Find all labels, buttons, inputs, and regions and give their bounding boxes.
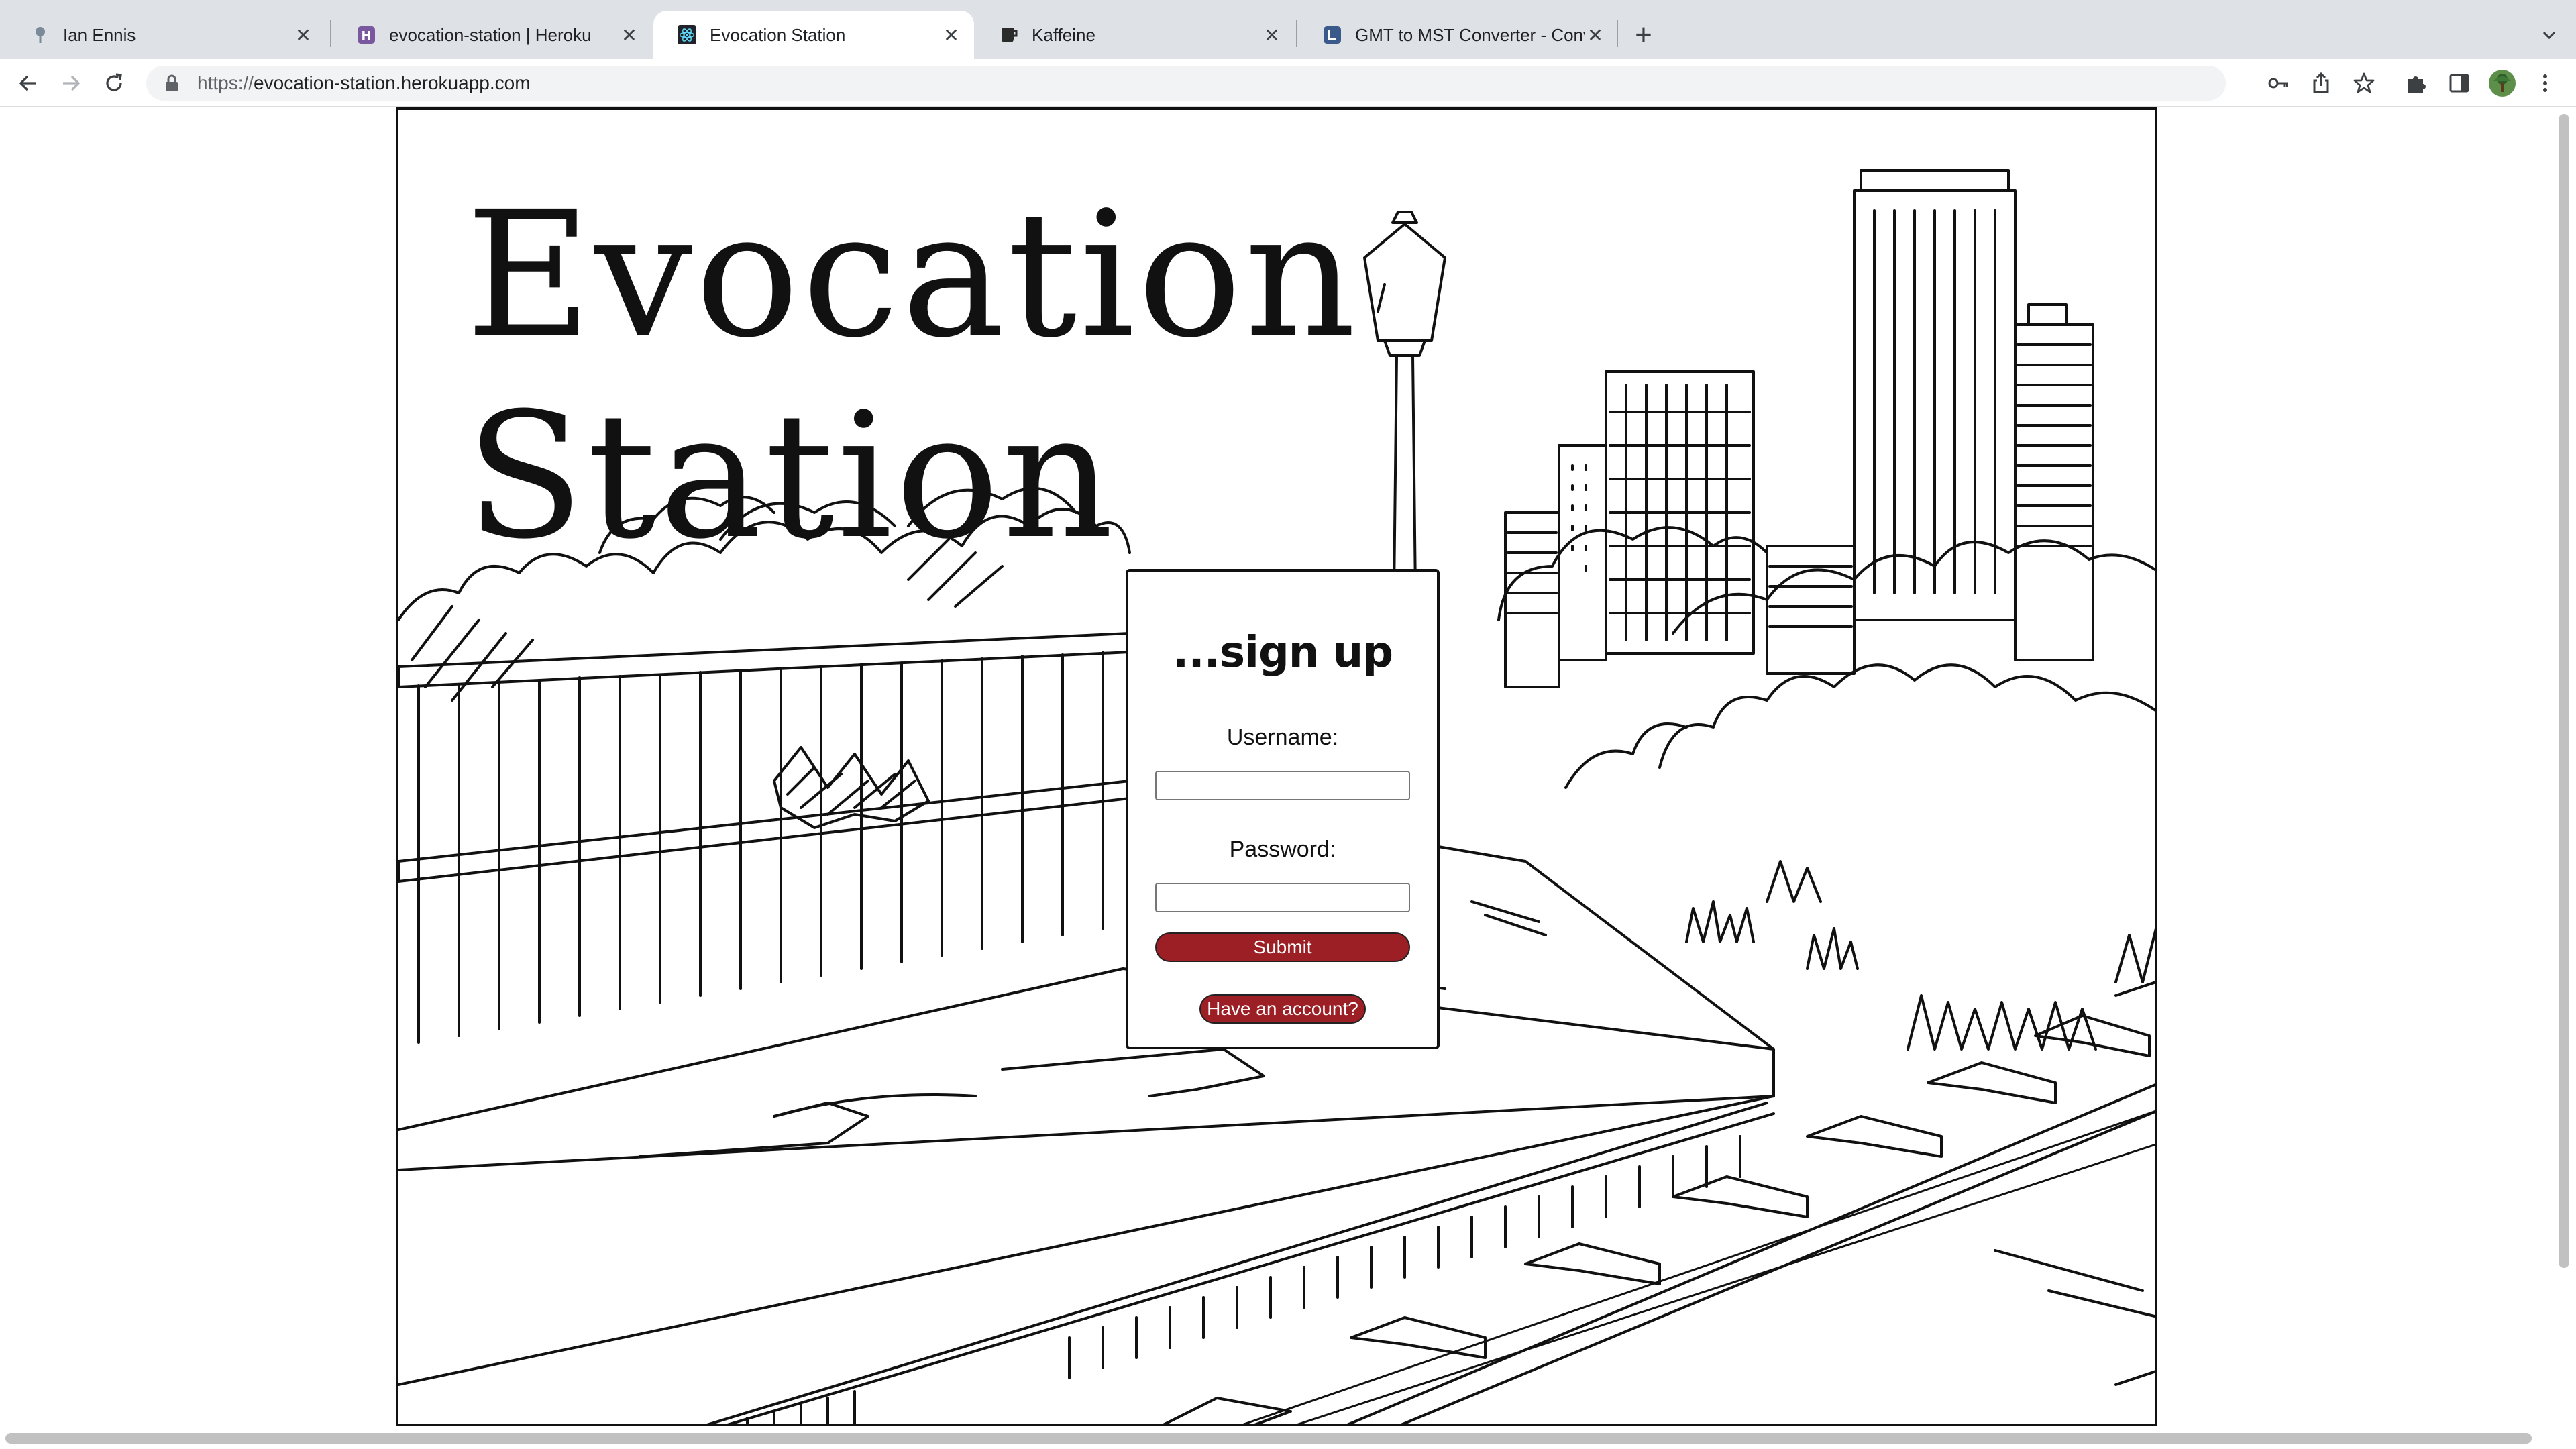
- close-icon[interactable]: ✕: [292, 24, 314, 46]
- url-text: https://evocation-station.herokuapp.com: [197, 72, 531, 94]
- horizontal-scrollbar[interactable]: [0, 1429, 2542, 1446]
- arrow-right-icon: [63, 75, 80, 91]
- tab-title: evocation-station | Heroku: [389, 24, 592, 45]
- url-host: evocation-station.herokuapp.com: [254, 72, 531, 93]
- lock-icon[interactable]: [160, 71, 184, 95]
- vertical-scrollbar[interactable]: [2556, 109, 2572, 1268]
- close-icon[interactable]: ✕: [1261, 24, 1283, 46]
- tab-separator: [1296, 20, 1297, 47]
- avatar: [2489, 70, 2516, 97]
- station-scene: Evocation Station ...sign up Username: Pa…: [396, 107, 2157, 1426]
- share-button[interactable]: [2305, 67, 2337, 99]
- site-title: Evocation Station: [466, 174, 1358, 577]
- forward-button[interactable]: [55, 67, 87, 99]
- password-key-button[interactable]: [2262, 67, 2294, 99]
- reload-button[interactable]: [98, 67, 130, 99]
- tab-search-button[interactable]: [2532, 17, 2567, 52]
- page-viewport: Evocation Station ...sign up Username: Pa…: [0, 107, 2576, 1449]
- lamp-post: [1363, 211, 1446, 594]
- more-vert-icon: [2543, 74, 2547, 92]
- chevron-down-icon: [2542, 31, 2556, 40]
- puzzle-icon: [2408, 76, 2426, 93]
- site-title-line1: Evocation: [466, 174, 1359, 376]
- pin-icon: [31, 25, 50, 44]
- svg-text:H: H: [361, 29, 371, 43]
- submit-button[interactable]: Submit: [1155, 932, 1410, 962]
- site-title-line2: Station: [466, 376, 1116, 577]
- tab-strip: Ian Ennis ✕ H evocation-station | Heroku…: [0, 0, 2576, 59]
- side-panel-button[interactable]: [2443, 67, 2475, 99]
- key-icon: [2268, 78, 2288, 89]
- have-account-button[interactable]: Have an account?: [1199, 994, 1366, 1024]
- heroku-icon: H: [357, 25, 376, 44]
- tab-gmt-converter[interactable]: GMT to MST Converter - Conv ✕: [1299, 11, 1618, 59]
- bookmark-button[interactable]: [2348, 67, 2380, 99]
- grass: [1685, 860, 2155, 1051]
- new-tab-button[interactable]: +: [1626, 17, 1661, 52]
- tab-kaffeine[interactable]: Kaffeine ✕: [975, 11, 1295, 59]
- react-icon: [678, 25, 696, 44]
- scrollbar-thumb[interactable]: [5, 1433, 2532, 1444]
- tab-title: Ian Ennis: [63, 24, 136, 45]
- tab-separator: [330, 20, 331, 47]
- profile-button[interactable]: [2486, 67, 2518, 99]
- browser-toolbar: https://evocation-station.herokuapp.com: [0, 59, 2576, 107]
- close-icon[interactable]: ✕: [619, 24, 640, 46]
- tab-title: Evocation Station: [710, 24, 846, 45]
- tab-title: Kaffeine: [1032, 24, 1095, 45]
- side-panel-icon: [2449, 74, 2469, 93]
- password-field[interactable]: [1155, 883, 1410, 912]
- address-bar[interactable]: https://evocation-station.herokuapp.com: [146, 66, 2226, 101]
- form-heading: ...sign up: [1173, 628, 1393, 678]
- username-label: Username:: [1226, 724, 1339, 750]
- menu-button[interactable]: [2529, 67, 2561, 99]
- scrollbar-thumb[interactable]: [2559, 114, 2569, 1268]
- tab-evocation-station[interactable]: Evocation Station ✕: [653, 11, 974, 59]
- arrow-left-icon: [19, 75, 36, 91]
- tab-heroku[interactable]: H evocation-station | Heroku ✕: [333, 11, 652, 59]
- tab-ian-ennis[interactable]: Ian Ennis ✕: [7, 11, 326, 59]
- back-button[interactable]: [12, 67, 44, 99]
- platform-railing: [398, 632, 1131, 1044]
- extensions-button[interactable]: [2400, 67, 2432, 99]
- star-icon: [2353, 72, 2375, 93]
- password-label: Password:: [1229, 837, 1336, 862]
- close-icon[interactable]: ✕: [1585, 24, 1606, 46]
- close-icon[interactable]: ✕: [941, 24, 962, 46]
- reload-icon: [106, 73, 122, 91]
- tab-separator: [1617, 20, 1618, 47]
- coffee-icon: [1000, 25, 1018, 44]
- clock-icon: [1323, 25, 1342, 44]
- tab-title: GMT to MST Converter - Conv: [1355, 24, 1585, 45]
- share-icon: [2313, 72, 2329, 93]
- username-field[interactable]: [1155, 771, 1410, 800]
- url-scheme: https://: [197, 72, 254, 93]
- signup-form: ...sign up Username: Password: Submit Ha…: [1126, 569, 1440, 1049]
- city-buildings: [1504, 169, 2094, 688]
